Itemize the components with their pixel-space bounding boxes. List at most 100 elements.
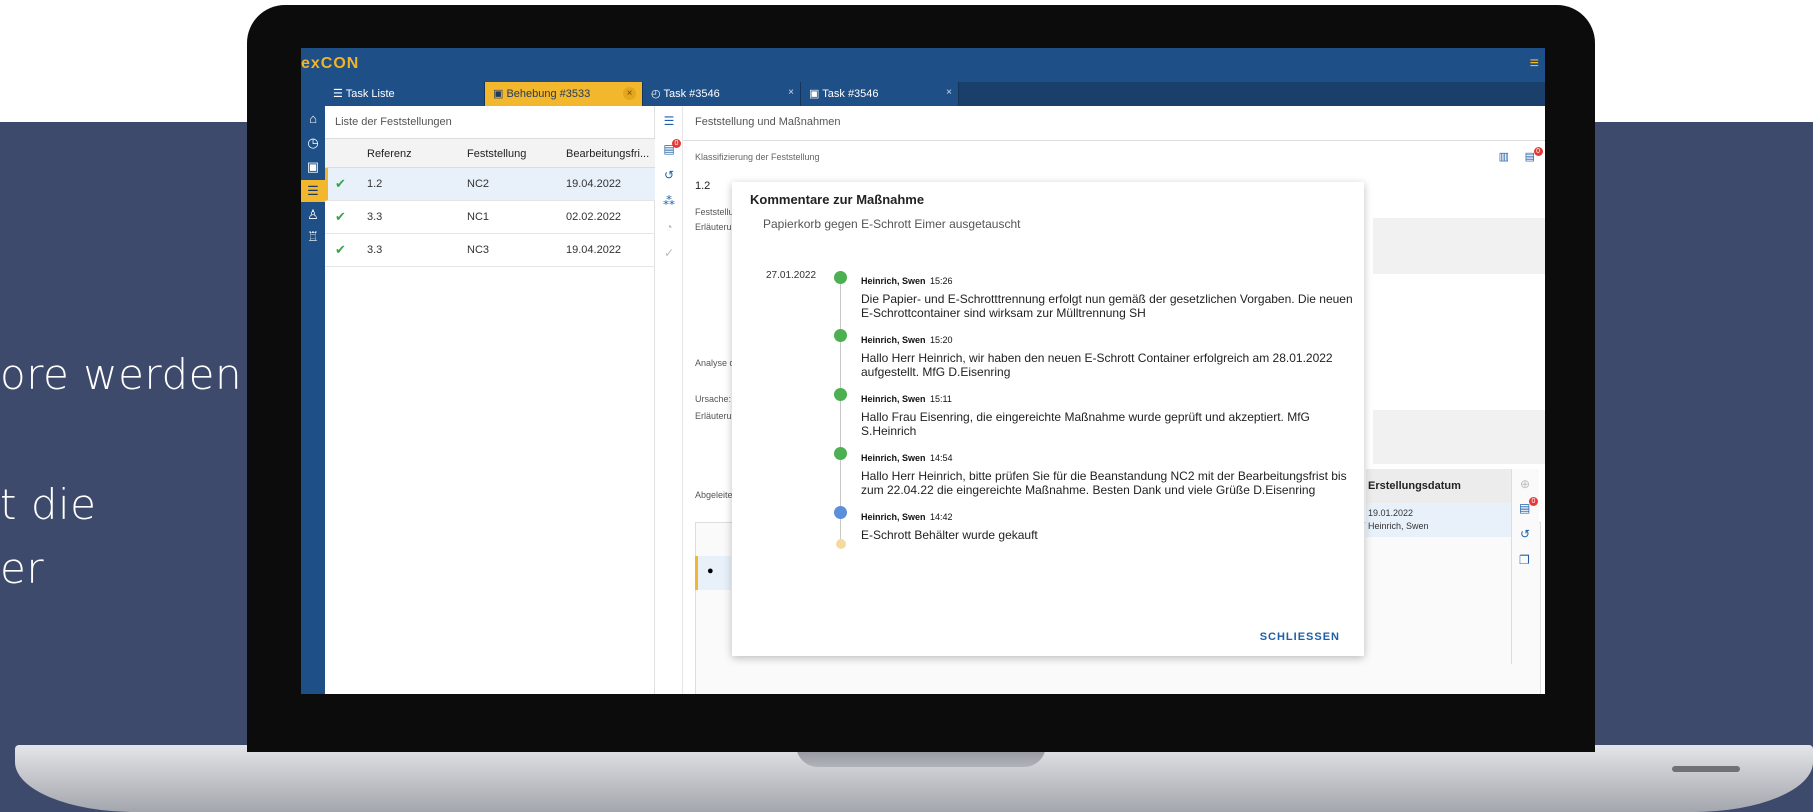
close-button[interactable]: SCHLIESSEN	[1260, 631, 1340, 643]
column-header-feststellung[interactable]: Feststellung	[467, 148, 526, 160]
cell-feststellung: NC2	[467, 178, 490, 190]
comment-time: 15:26	[929, 276, 953, 286]
tab-label: Task #3546	[663, 88, 720, 100]
timeline-dot	[834, 388, 847, 401]
comment-author: Heinrich, Swen	[861, 512, 926, 522]
label-analyse: Analyse d	[695, 358, 735, 368]
finding-ref: 1.2	[695, 180, 711, 192]
calendar-icon: ▣	[809, 88, 823, 100]
tab-task-3546-b[interactable]: ▣ Task #3546 ×	[801, 82, 959, 106]
attachments-icon[interactable]: ▤ 0	[660, 139, 681, 160]
dashboard-icon[interactable]: ◷	[301, 132, 325, 154]
cell-ref: 3.3	[367, 244, 383, 256]
comments-modal: Kommentare zur Maßnahme Papierkorb gegen…	[732, 182, 1364, 656]
document-icon[interactable]: ▥	[1499, 150, 1509, 163]
add-icon[interactable]: ⊕	[1520, 477, 1530, 491]
table-row[interactable]: ✔ 1.2 NC2 19.04.2022	[325, 168, 655, 201]
table-row-marker[interactable]: ●	[695, 556, 731, 590]
history-icon[interactable]: ↺	[1520, 527, 1530, 541]
background-text-line-3: er	[0, 544, 45, 593]
close-icon[interactable]: ×	[788, 87, 794, 98]
attachments-badge: 0	[1529, 497, 1538, 506]
network-icon[interactable]: ⁂	[660, 194, 678, 212]
stamp-icon[interactable]: ♖	[301, 226, 325, 248]
column-header-referenz[interactable]: Referenz	[367, 148, 412, 160]
timeline-dot	[835, 539, 846, 549]
text-area[interactable]	[1373, 218, 1545, 274]
attachments-icon[interactable]: ▤ 0	[1519, 497, 1538, 515]
text-area[interactable]	[1373, 410, 1545, 464]
tab-behebung[interactable]: ▣ Behebung #3533 ×	[485, 82, 643, 106]
column-header-erstellungsdatum[interactable]: Erstellungsdatum	[1368, 480, 1461, 492]
background-text-line-2: t die	[0, 480, 97, 529]
list-view-icon[interactable]: ☰	[660, 114, 678, 132]
column-header-frist[interactable]: Bearbeitungsfri...	[566, 148, 649, 160]
tab-label: Task #3546	[822, 88, 879, 100]
laptop-base-detail	[1672, 766, 1740, 772]
table-tools: ⊕ ▤ 0 ↺ ❐	[1511, 469, 1539, 664]
list-icon[interactable]: ☰	[301, 180, 325, 202]
timer-icon[interactable]: ◔	[660, 220, 678, 238]
check-icon: ✔	[335, 209, 346, 224]
comment-entry: Heinrich, Swen 14:54 Hallo Herr Heinrich…	[861, 448, 1361, 497]
tab-label: Task Liste	[345, 88, 395, 100]
cell-date: 19.01.2022	[1368, 508, 1414, 518]
timeline-dot	[834, 506, 847, 519]
cell-frist: 19.04.2022	[566, 244, 622, 256]
comment-time: 14:42	[929, 512, 953, 522]
menu-icon[interactable]: ≡	[1530, 55, 1539, 73]
findings-list-panel: Liste der Feststellungen Referenz Festst…	[325, 106, 655, 694]
comment-entry: Heinrich, Swen 15:20 Hallo Herr Heinrich…	[861, 330, 1361, 379]
comment-entry: Heinrich, Swen 15:11 Hallo Frau Eisenrin…	[861, 389, 1361, 438]
app-header: exCON ≡	[301, 48, 1545, 82]
section-title: Klassifizierung der Feststellung	[695, 152, 820, 162]
label-erlaeuterung-2: Erläuterur	[695, 411, 735, 421]
label-abgeleitet: Abgeleite	[695, 490, 733, 500]
tab-task-liste[interactable]: ☰ Task Liste	[325, 82, 485, 106]
calendar-icon: ▣	[493, 88, 507, 100]
close-icon[interactable]: ×	[946, 87, 952, 98]
comment-author: Heinrich, Swen	[861, 453, 926, 463]
modal-subtitle: Papierkorb gegen E-Schrott Eimer ausgeta…	[763, 217, 1021, 231]
tab-bar: ☰ Task Liste ▣ Behebung #3533 × ◴ Task #…	[325, 82, 1545, 106]
close-icon[interactable]: ×	[623, 87, 636, 100]
tab-task-3546-a[interactable]: ◴ Task #3546 ×	[643, 82, 801, 106]
comment-entry: Heinrich, Swen 14:42 E-Schrott Behälter …	[861, 507, 1361, 542]
cell-feststellung: NC1	[467, 211, 490, 223]
tab-label: Behebung #3533	[506, 88, 591, 100]
cell-author: Heinrich, Swen	[1368, 521, 1429, 531]
comments-icon[interactable]: ❐	[1519, 553, 1530, 567]
detail-title: Feststellung und Maßnahmen	[695, 116, 841, 128]
cell-feststellung: NC3	[467, 244, 490, 256]
label-feststellung: Feststellu	[695, 207, 734, 217]
comment-text: Hallo Herr Heinrich, bitte prüfen Sie fü…	[861, 469, 1347, 497]
check-icon: ✔	[335, 242, 346, 257]
left-nav: ⌂ ◷ ▣ ☰ ♙ ♖	[301, 82, 325, 694]
tool-strip: ☰ ▤ 0 ↺ ⁂ ◔ ✓	[655, 106, 683, 694]
comment-author: Heinrich, Swen	[861, 276, 926, 286]
comment-author: Heinrich, Swen	[861, 394, 926, 404]
table-row[interactable]: ✔ 3.3 NC3 19.04.2022	[325, 234, 655, 267]
comment-time: 14:54	[929, 453, 953, 463]
timeline-date: 27.01.2022	[766, 270, 817, 281]
comment-time: 15:20	[929, 335, 953, 345]
comment-time: 15:11	[929, 394, 952, 404]
app-logo: exCON	[301, 55, 360, 72]
check-icon[interactable]: ✓	[660, 246, 678, 264]
modal-title: Kommentare zur Maßnahme	[750, 192, 925, 207]
table-header: Referenz Feststellung Bearbeitungsfri...	[325, 138, 655, 168]
table-row[interactable]: 19.01.2022 Heinrich, Swen	[1366, 503, 1511, 537]
attachments-icon[interactable]: ▤ 0	[1525, 147, 1543, 163]
user-icon[interactable]: ♙	[301, 204, 325, 226]
divider	[683, 140, 1545, 141]
table-row[interactable]: ✔ 3.3 NC1 02.02.2022	[325, 201, 655, 234]
list-icon: ☰	[333, 88, 346, 100]
panel-title: Liste der Feststellungen	[335, 116, 452, 128]
calendar-icon[interactable]: ▣	[301, 156, 325, 178]
background-text-line-1: ore werden	[0, 350, 243, 399]
history-icon[interactable]: ↺	[660, 168, 678, 186]
timeline-dot	[834, 271, 847, 284]
check-icon: ✔	[335, 176, 346, 191]
cell-frist: 19.04.2022	[566, 178, 622, 190]
home-icon[interactable]: ⌂	[301, 108, 325, 130]
